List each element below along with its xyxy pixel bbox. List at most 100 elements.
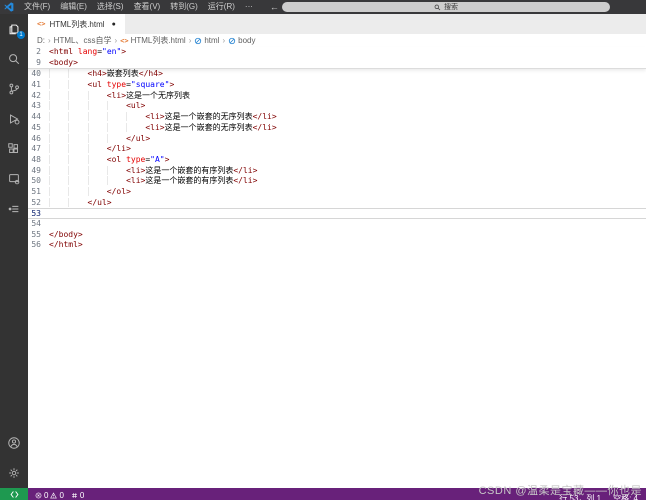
source-control-icon[interactable] xyxy=(0,74,28,104)
code-line-43[interactable]: 43 <ul> xyxy=(28,101,646,112)
line-number[interactable]: 2 xyxy=(28,47,49,58)
token-tag: </body> xyxy=(49,230,83,239)
sticky-scroll: 2<html lang="en">9<body> xyxy=(28,47,646,69)
breadcrumb-folder[interactable]: HTML、css自学 xyxy=(54,35,112,46)
remote-explorer-icon[interactable] xyxy=(0,164,28,194)
indent-guide xyxy=(68,69,87,78)
line-number[interactable]: 45 xyxy=(28,123,49,134)
code-text: <ol type="A"> xyxy=(49,155,169,166)
line-number[interactable]: 47 xyxy=(28,144,49,155)
problems-indicator[interactable]: 0 0 xyxy=(35,491,64,500)
code-line-42[interactable]: 42 <li>这是一个无序列表 xyxy=(28,91,646,102)
code-line-2[interactable]: 2<html lang="en"> xyxy=(28,47,646,58)
code-line-51[interactable]: 51 </ol> xyxy=(28,187,646,198)
code-line-46[interactable]: 46 </ul> xyxy=(28,134,646,145)
code-line-47[interactable]: 47 </li> xyxy=(28,144,646,155)
line-number[interactable]: 40 xyxy=(28,69,49,80)
indent-guide xyxy=(68,134,87,143)
code-line-45[interactable]: 45 <li>这是一个嵌套的无序列表</li> xyxy=(28,123,646,134)
menu-run[interactable]: 运行(R) xyxy=(203,0,240,14)
line-number[interactable]: 42 xyxy=(28,91,49,102)
code-line-56[interactable]: 56</html> xyxy=(28,240,646,251)
remote-icon xyxy=(10,490,19,499)
indent-guide xyxy=(68,101,87,110)
breadcrumb-file[interactable]: <> HTML列表.html xyxy=(120,35,186,46)
token-txt: 这是一个嵌套的无序列表 xyxy=(165,123,253,132)
code-line-44[interactable]: 44 <li>这是一个嵌套的无序列表</li> xyxy=(28,112,646,123)
run-debug-icon[interactable] xyxy=(0,104,28,134)
search-icon xyxy=(434,4,441,11)
indent-guide xyxy=(68,144,87,153)
line-number[interactable]: 51 xyxy=(28,187,49,198)
token-tag: </ul> xyxy=(126,134,150,143)
code-line-49[interactable]: 49 <li>这是一个嵌套的有序列表</li> xyxy=(28,166,646,177)
line-number[interactable]: 52 xyxy=(28,198,49,209)
code-text: <li>这是一个嵌套的有序列表</li> xyxy=(49,176,257,187)
code-text: <ul> xyxy=(49,101,145,112)
indent-guide xyxy=(88,134,107,143)
breadcrumb-symbol-body[interactable]: body xyxy=(228,36,255,45)
token-tag: <li> xyxy=(126,166,145,175)
menu-selection[interactable]: 选择(S) xyxy=(92,0,129,14)
line-number[interactable]: 54 xyxy=(28,219,49,230)
indent-guide xyxy=(88,91,107,100)
code-line-41[interactable]: 41 <ul type="square"> xyxy=(28,80,646,91)
code-line-50[interactable]: 50 <li>这是一个嵌套的有序列表</li> xyxy=(28,176,646,187)
indent-guide xyxy=(68,166,87,175)
menu-goto[interactable]: 转到(G) xyxy=(165,0,203,14)
line-number[interactable]: 53 xyxy=(28,209,49,218)
line-number[interactable]: 49 xyxy=(28,166,49,177)
indent-guide xyxy=(126,112,145,121)
line-number[interactable]: 56 xyxy=(28,240,49,251)
line-number[interactable]: 41 xyxy=(28,80,49,91)
menu-edit[interactable]: 编辑(E) xyxy=(55,0,92,14)
breadcrumb-symbol-html[interactable]: html xyxy=(194,36,219,45)
line-number[interactable]: 50 xyxy=(28,176,49,187)
nav-back-icon[interactable]: ← xyxy=(270,2,279,12)
token-txt: 嵌套列表 xyxy=(107,69,139,78)
code-text: <li>这是一个嵌套的无序列表</li> xyxy=(49,123,277,134)
breadcrumb-drive[interactable]: D: xyxy=(37,36,45,45)
code-text: </body> xyxy=(49,230,83,241)
line-number[interactable]: 44 xyxy=(28,112,49,123)
menu-file[interactable]: 文件(F) xyxy=(19,0,55,14)
outline-list-icon[interactable] xyxy=(0,194,28,224)
line-number[interactable]: 55 xyxy=(28,230,49,241)
code-line-54[interactable]: 54 xyxy=(28,219,646,230)
modified-dot-icon[interactable]: ● xyxy=(112,21,116,28)
code-line-53[interactable]: 53 xyxy=(28,208,646,219)
remote-indicator[interactable] xyxy=(0,488,28,500)
line-number[interactable]: 46 xyxy=(28,134,49,145)
code-line-9[interactable]: 9<body> xyxy=(28,58,646,69)
token-tag: > xyxy=(165,155,170,164)
code-line-52[interactable]: 52 </ul> xyxy=(28,198,646,209)
settings-gear-icon[interactable] xyxy=(0,458,28,488)
code-line-40[interactable]: 40 <h4>嵌套列表</h4> xyxy=(28,69,646,80)
search-sidebar-icon[interactable] xyxy=(0,44,28,74)
indent-guide xyxy=(88,187,107,196)
menu-view[interactable]: 查看(V) xyxy=(129,0,166,14)
code-line-55[interactable]: 55</body> xyxy=(28,230,646,241)
indent-guide xyxy=(107,112,126,121)
indent-guide xyxy=(126,123,145,132)
account-icon[interactable] xyxy=(0,428,28,458)
code-editor[interactable]: 40 <h4>嵌套列表</h4>41 <ul type="square">42 … xyxy=(28,69,646,251)
vscode-logo-icon xyxy=(4,2,14,12)
line-number[interactable]: 48 xyxy=(28,155,49,166)
line-number[interactable]: 9 xyxy=(28,58,49,69)
status-extra-indicator[interactable]: 0 xyxy=(71,491,84,500)
explorer-icon[interactable]: 1 xyxy=(0,14,28,44)
tab-html-list-file[interactable]: <> HTML列表.html ● xyxy=(28,14,125,34)
extensions-icon[interactable] xyxy=(0,134,28,164)
code-text: </html> xyxy=(49,240,83,251)
command-center-search[interactable]: 搜索 xyxy=(282,2,610,12)
indent-guide xyxy=(49,187,68,196)
indent-guide xyxy=(49,91,68,100)
line-number[interactable]: 43 xyxy=(28,101,49,112)
status-extra-count: 0 xyxy=(80,491,84,500)
indent-guide xyxy=(49,166,68,175)
menu-overflow[interactable]: ··· xyxy=(240,0,258,14)
token-tag: <ul> xyxy=(126,101,145,110)
indent-guide xyxy=(88,144,107,153)
code-line-48[interactable]: 48 <ol type="A"> xyxy=(28,155,646,166)
